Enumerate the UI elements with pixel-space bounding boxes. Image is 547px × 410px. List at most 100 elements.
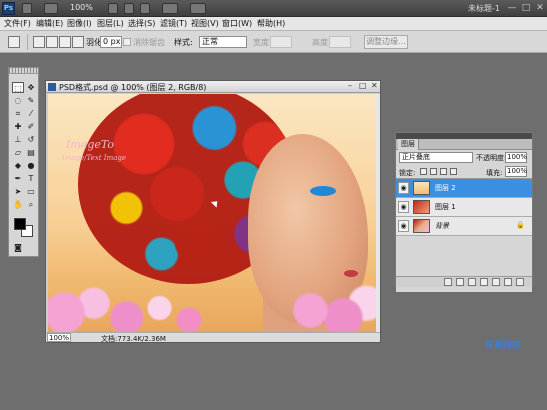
zoom-tool-icon[interactable]: ⌕ xyxy=(25,199,37,210)
lock-position-icon[interactable] xyxy=(440,168,447,175)
menu-image[interactable]: 图像(I) xyxy=(67,18,92,29)
layer-thumbnail xyxy=(413,181,430,195)
new-layer-icon[interactable] xyxy=(504,278,512,286)
menu-help[interactable]: 帮助(H) xyxy=(257,18,285,29)
opacity-label: 不透明度: xyxy=(476,154,507,162)
menu-layer[interactable]: 图层(L) xyxy=(97,18,124,29)
dodge-tool-icon[interactable]: ● xyxy=(25,160,37,171)
height-input[interactable] xyxy=(329,36,351,48)
close-icon[interactable]: ✕ xyxy=(533,2,547,14)
delete-layer-icon[interactable] xyxy=(516,278,524,286)
add-mask-icon[interactable] xyxy=(468,278,476,286)
hand-tool-icon[interactable]: ✋ xyxy=(12,199,24,210)
eyedropper-tool-icon[interactable]: ⁄ xyxy=(25,108,37,119)
shape-tool-icon[interactable]: ▭ xyxy=(25,186,37,197)
move-tool-icon[interactable]: ✥ xyxy=(25,82,37,93)
foreground-color-swatch[interactable] xyxy=(14,218,26,230)
adjustment-layer-icon[interactable] xyxy=(480,278,488,286)
antialias-label: 消除锯齿 xyxy=(133,38,165,47)
gradient-tool-icon[interactable]: ▤ xyxy=(25,147,37,158)
image-canvas[interactable]: ImageTo Image/Text Image xyxy=(48,94,376,332)
menu-filter[interactable]: 滤镜(T) xyxy=(160,18,187,29)
opacity-input[interactable]: 100% xyxy=(505,152,527,163)
visibility-eye-icon[interactable]: ◉ xyxy=(398,182,409,194)
menu-view[interactable]: 视图(V) xyxy=(191,18,219,29)
blend-mode-select[interactable]: 正片叠底 xyxy=(399,152,473,163)
visibility-eye-icon[interactable]: ◉ xyxy=(398,220,409,232)
doc-close-icon[interactable]: ✕ xyxy=(371,81,378,90)
brush-tool-icon[interactable]: ✐ xyxy=(25,121,37,132)
blur-tool-icon[interactable]: ◆ xyxy=(12,160,24,171)
quick-select-icon[interactable]: ✎ xyxy=(25,95,37,106)
new-group-icon[interactable] xyxy=(492,278,500,286)
lasso-tool-icon[interactable]: ◌ xyxy=(12,95,24,106)
menu-file[interactable]: 文件(F) xyxy=(4,18,31,29)
maximize-icon[interactable]: □ xyxy=(519,2,533,14)
crop-tool-icon[interactable]: ⌗ xyxy=(12,108,24,119)
clone-stamp-icon[interactable]: ⊥ xyxy=(12,134,24,145)
layer-style-icon[interactable] xyxy=(456,278,464,286)
intersect-selection-icon[interactable] xyxy=(72,36,84,48)
subtract-selection-icon[interactable] xyxy=(59,36,71,48)
antialias-checkbox[interactable] xyxy=(123,38,131,46)
menu-edit[interactable]: 编辑(E) xyxy=(36,18,63,29)
layer-row-layer2[interactable]: ◉ 图层 2 xyxy=(396,179,532,198)
layer-thumbnail xyxy=(413,219,430,233)
workspace-name[interactable]: 未标题-1 xyxy=(468,3,500,14)
layers-tabbar: 图层 xyxy=(396,139,532,150)
menu-select[interactable]: 选择(S) xyxy=(128,18,155,29)
width-input[interactable] xyxy=(270,36,292,48)
tools-panel: ⬚ ✥ ◌ ✎ ⌗ ⁄ ✚ ✐ ⊥ ↺ ▱ ▤ ◆ ● ✒ T ➤ ▭ ✋ ⌕ … xyxy=(8,67,39,257)
divider xyxy=(27,34,28,50)
options-bar: 羽化: 0 px 消除锯齿 样式: 正常 宽度: 高度: 调整边缘... xyxy=(0,31,547,53)
zoom-level[interactable]: 100% xyxy=(70,3,93,12)
lock-all-icon[interactable] xyxy=(450,168,457,175)
new-selection-icon[interactable] xyxy=(33,36,45,48)
width-label: 宽度: xyxy=(253,38,272,47)
arrange-documents-icon[interactable] xyxy=(162,3,178,14)
doc-maximize-icon[interactable]: □ xyxy=(359,81,367,90)
document-info[interactable]: 文档:773.4K/2.36M xyxy=(101,334,166,344)
link-layers-icon[interactable] xyxy=(444,278,452,286)
layer-row-layer1[interactable]: ◉ 图层 1 xyxy=(396,198,532,217)
hand-tool-icon[interactable] xyxy=(108,3,118,14)
doc-minimize-icon[interactable]: – xyxy=(348,81,352,90)
path-select-icon[interactable]: ➤ xyxy=(12,186,24,197)
panel-grip[interactable] xyxy=(9,68,38,74)
quick-mask-icon[interactable]: ◙ xyxy=(12,242,24,253)
brand-watermark: 东哥网校 xyxy=(485,341,522,351)
lock-transparency-icon[interactable] xyxy=(420,168,427,175)
screen-mode-icon[interactable] xyxy=(190,3,206,14)
marquee-preset-icon[interactable] xyxy=(8,36,20,48)
history-brush-icon[interactable]: ↺ xyxy=(25,134,37,145)
flowers-image xyxy=(48,284,376,332)
add-selection-icon[interactable] xyxy=(46,36,58,48)
bridge-icon[interactable] xyxy=(22,3,32,14)
photoshop-logo: Ps xyxy=(2,2,15,15)
vertical-scrollbar[interactable] xyxy=(376,94,380,332)
pen-tool-icon[interactable]: ✒ xyxy=(12,173,24,184)
document-icon xyxy=(48,83,56,91)
style-select[interactable]: 正常 xyxy=(199,36,247,48)
lock-pixels-icon[interactable] xyxy=(430,168,437,175)
application-bar: Ps 100% 未标题-1 — □ ✕ xyxy=(0,0,547,17)
layer-row-background[interactable]: ◉ 背景 🔒 xyxy=(396,217,532,236)
height-label: 高度: xyxy=(312,38,331,47)
zoom-field[interactable]: 100% xyxy=(47,333,71,342)
view-extras-icon[interactable] xyxy=(44,3,58,14)
blend-row: 正片叠底 不透明度: 100% xyxy=(396,150,532,165)
healing-brush-icon[interactable]: ✚ xyxy=(12,121,24,132)
feather-input[interactable]: 0 px xyxy=(100,36,122,48)
type-tool-icon[interactable]: T xyxy=(25,173,37,184)
fill-input[interactable]: 100% xyxy=(505,166,527,177)
minimize-icon[interactable]: — xyxy=(505,2,519,14)
menu-window[interactable]: 窗口(W) xyxy=(222,18,252,29)
document-titlebar[interactable]: PSD格式.psd @ 100% (图层 2, RGB/8) – □ ✕ xyxy=(46,81,380,93)
zoom-tool-icon[interactable] xyxy=(124,3,134,14)
marquee-tool-icon[interactable]: ⬚ xyxy=(12,82,24,93)
eraser-tool-icon[interactable]: ▱ xyxy=(12,147,24,158)
visibility-eye-icon[interactable]: ◉ xyxy=(398,201,409,213)
refine-edge-button[interactable]: 调整边缘... xyxy=(364,35,408,49)
rotate-view-icon[interactable] xyxy=(140,3,150,14)
tab-layers[interactable]: 图层 xyxy=(398,139,419,150)
